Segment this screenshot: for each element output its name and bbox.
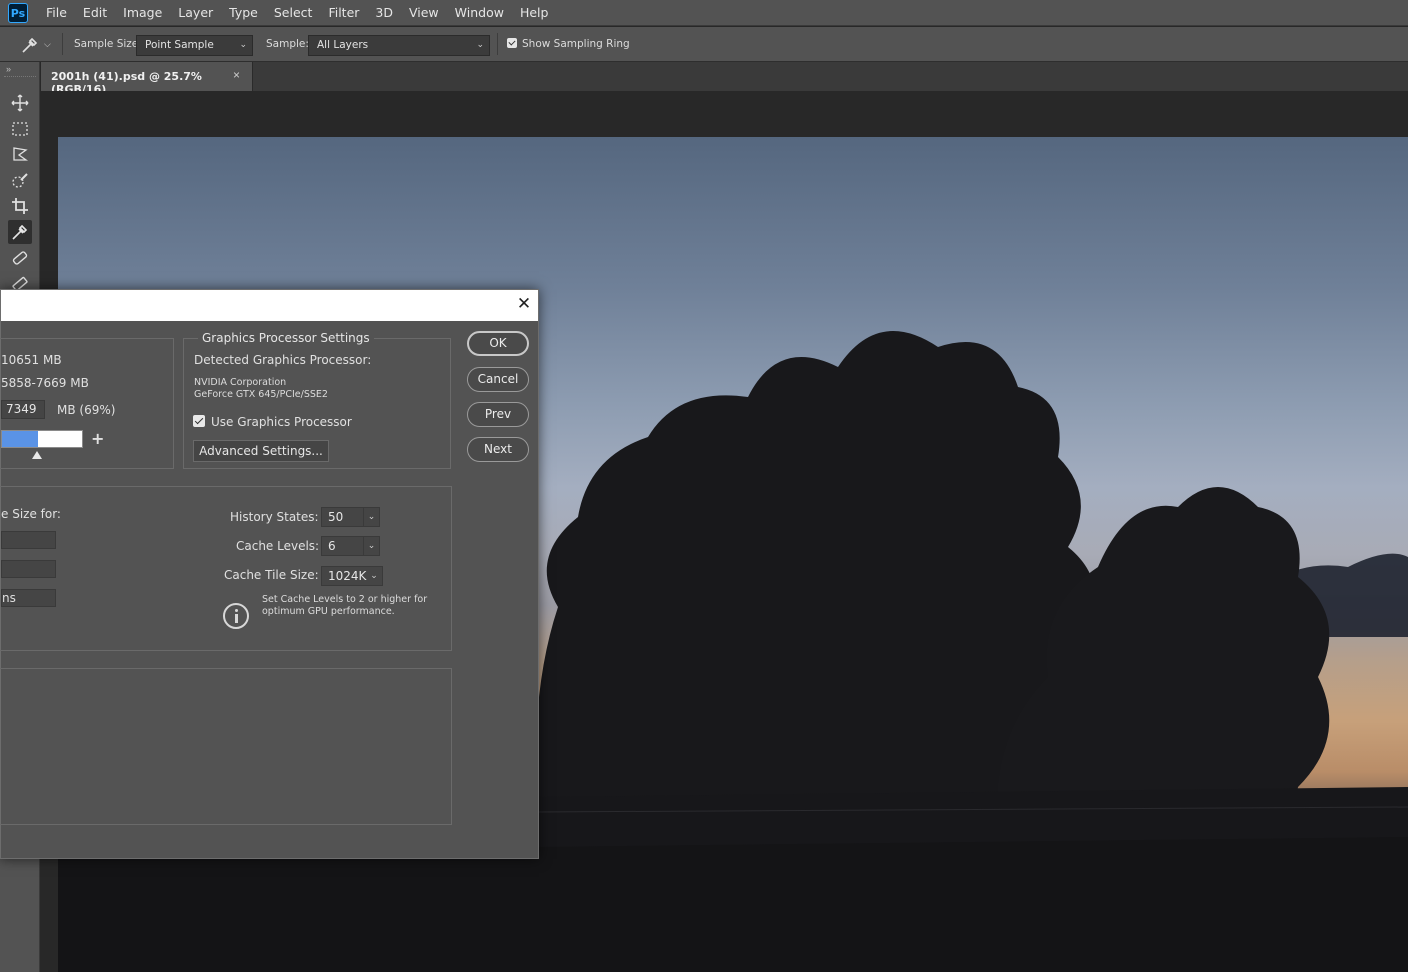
chevron-down-icon[interactable]: ⌵ — [44, 39, 51, 50]
menu-3d[interactable]: 3D — [367, 0, 401, 26]
cache-tile-size-value: 1024K — [328, 569, 367, 583]
next-button[interactable]: Next — [467, 437, 529, 462]
cache-preset-option-3[interactable]: ns — [1, 589, 56, 607]
menu-window[interactable]: Window — [447, 0, 512, 26]
show-sampling-ring-checkbox[interactable] — [507, 38, 517, 48]
menu-select[interactable]: Select — [266, 0, 321, 26]
sample-size-value: Point Sample — [145, 39, 214, 51]
menu-view[interactable]: View — [401, 0, 447, 26]
cache-tile-size-select[interactable]: 1024K ⌄ — [321, 566, 383, 586]
preferences-dialog: ✕ 10651 MB 5858-7669 MB 7349 MB (69%) + … — [0, 289, 539, 859]
marquee-tool-icon[interactable] — [8, 117, 32, 141]
let-photoshop-use-unit: MB (69%) — [57, 403, 116, 417]
crop-tool-icon[interactable] — [8, 194, 32, 218]
quick-selection-tool-icon[interactable] — [8, 169, 32, 193]
history-states-label: History States: — [230, 510, 319, 524]
panel-grip[interactable] — [4, 76, 36, 80]
available-ram-value: 10651 MB — [1, 353, 62, 367]
document-tab[interactable]: 2001h (41).psd @ 25.7% (RGB/16) × — [41, 62, 253, 96]
history-states-value: 50 — [328, 510, 344, 524]
cache-info-line-2: optimum GPU performance. — [262, 606, 395, 617]
use-graphics-processor-label: Use Graphics Processor — [211, 415, 352, 429]
use-graphics-processor-checkbox[interactable] — [193, 415, 205, 427]
menu-bar: Ps File Edit Image Layer Type Select Fil… — [0, 0, 1408, 26]
sample-label: Sample: — [266, 38, 309, 50]
cache-info-line-1: Set Cache Levels to 2 or higher for — [262, 594, 428, 605]
menu-type[interactable]: Type — [221, 0, 266, 26]
sample-size-select[interactable]: Point Sample ⌄ — [136, 35, 253, 56]
healing-brush-tool-icon[interactable] — [8, 246, 32, 270]
plus-icon[interactable]: + — [91, 429, 104, 448]
options-bar: ⌵ Sample Size: Point Sample ⌄ Sample: Al… — [0, 27, 1408, 62]
menu-items: File Edit Image Layer Type Select Filter… — [38, 0, 556, 26]
chevron-down-icon: ⌄ — [476, 40, 484, 50]
advanced-settings-button[interactable]: Advanced Settings... — [193, 440, 329, 462]
panel-collapse-icon[interactable]: » — [6, 64, 11, 74]
eyedropper-tool-preset-icon[interactable] — [20, 35, 40, 55]
document-tab-bar: 2001h (41).psd @ 25.7% (RGB/16) × — [41, 62, 1408, 96]
prev-button[interactable]: Prev — [467, 402, 529, 427]
memory-slider-thumb[interactable] — [31, 451, 42, 459]
dialog-title-bar[interactable]: ✕ — [1, 290, 538, 321]
menu-help[interactable]: Help — [512, 0, 557, 26]
history-states-combo[interactable]: 50 ⌄ — [321, 507, 380, 527]
close-icon[interactable]: ✕ — [514, 294, 534, 314]
photoshop-logo-icon[interactable]: Ps — [8, 3, 28, 23]
info-icon — [223, 603, 249, 629]
show-sampling-ring-label: Show Sampling Ring — [522, 38, 630, 50]
sample-select[interactable]: All Layers ⌄ — [308, 35, 490, 56]
cache-levels-label: Cache Levels: — [236, 539, 320, 553]
cache-preset-option-1[interactable] — [1, 531, 56, 549]
move-tool-icon[interactable] — [8, 91, 32, 115]
divider — [62, 33, 63, 55]
cancel-button[interactable]: Cancel — [467, 367, 529, 392]
sample-size-label: Sample Size: — [74, 38, 142, 50]
chevron-down-icon[interactable]: ⌄ — [366, 567, 382, 585]
chevron-down-icon[interactable]: ⌄ — [363, 537, 379, 555]
divider — [497, 33, 498, 55]
cache-levels-value: 6 — [328, 539, 336, 553]
cache-size-for-label: e Size for: — [1, 507, 61, 521]
cache-tile-size-label: Cache Tile Size: — [224, 568, 319, 582]
description-group — [0, 668, 452, 825]
eyedropper-tool-icon[interactable] — [8, 220, 32, 244]
cache-preset-option-3-label: ns — [2, 591, 16, 605]
graphics-processor-group-title: Graphics Processor Settings — [198, 331, 374, 345]
chevron-down-icon[interactable]: ⌄ — [363, 508, 379, 526]
lasso-tool-icon[interactable] — [8, 142, 32, 166]
memory-slider-fill — [2, 431, 38, 447]
detected-gpu-label: Detected Graphics Processor: — [194, 353, 372, 367]
menu-file[interactable]: File — [38, 0, 75, 26]
ideal-range-value: 5858-7669 MB — [1, 376, 89, 390]
menu-filter[interactable]: Filter — [320, 0, 367, 26]
gpu-vendor: NVIDIA Corporation — [194, 377, 287, 388]
menu-edit[interactable]: Edit — [75, 0, 115, 26]
let-photoshop-use-input[interactable]: 7349 — [1, 400, 45, 419]
cache-preset-option-2[interactable] — [1, 560, 56, 578]
menu-image[interactable]: Image — [115, 0, 170, 26]
close-tab-icon[interactable]: × — [233, 68, 240, 82]
ok-button[interactable]: OK — [467, 331, 529, 356]
menu-layer[interactable]: Layer — [170, 0, 221, 26]
chevron-down-icon: ⌄ — [239, 40, 247, 50]
gpu-model: GeForce GTX 645/PCIe/SSE2 — [194, 389, 328, 400]
cache-levels-combo[interactable]: 6 ⌄ — [321, 536, 380, 556]
memory-slider-track[interactable] — [1, 430, 83, 448]
sample-value: All Layers — [317, 39, 369, 51]
